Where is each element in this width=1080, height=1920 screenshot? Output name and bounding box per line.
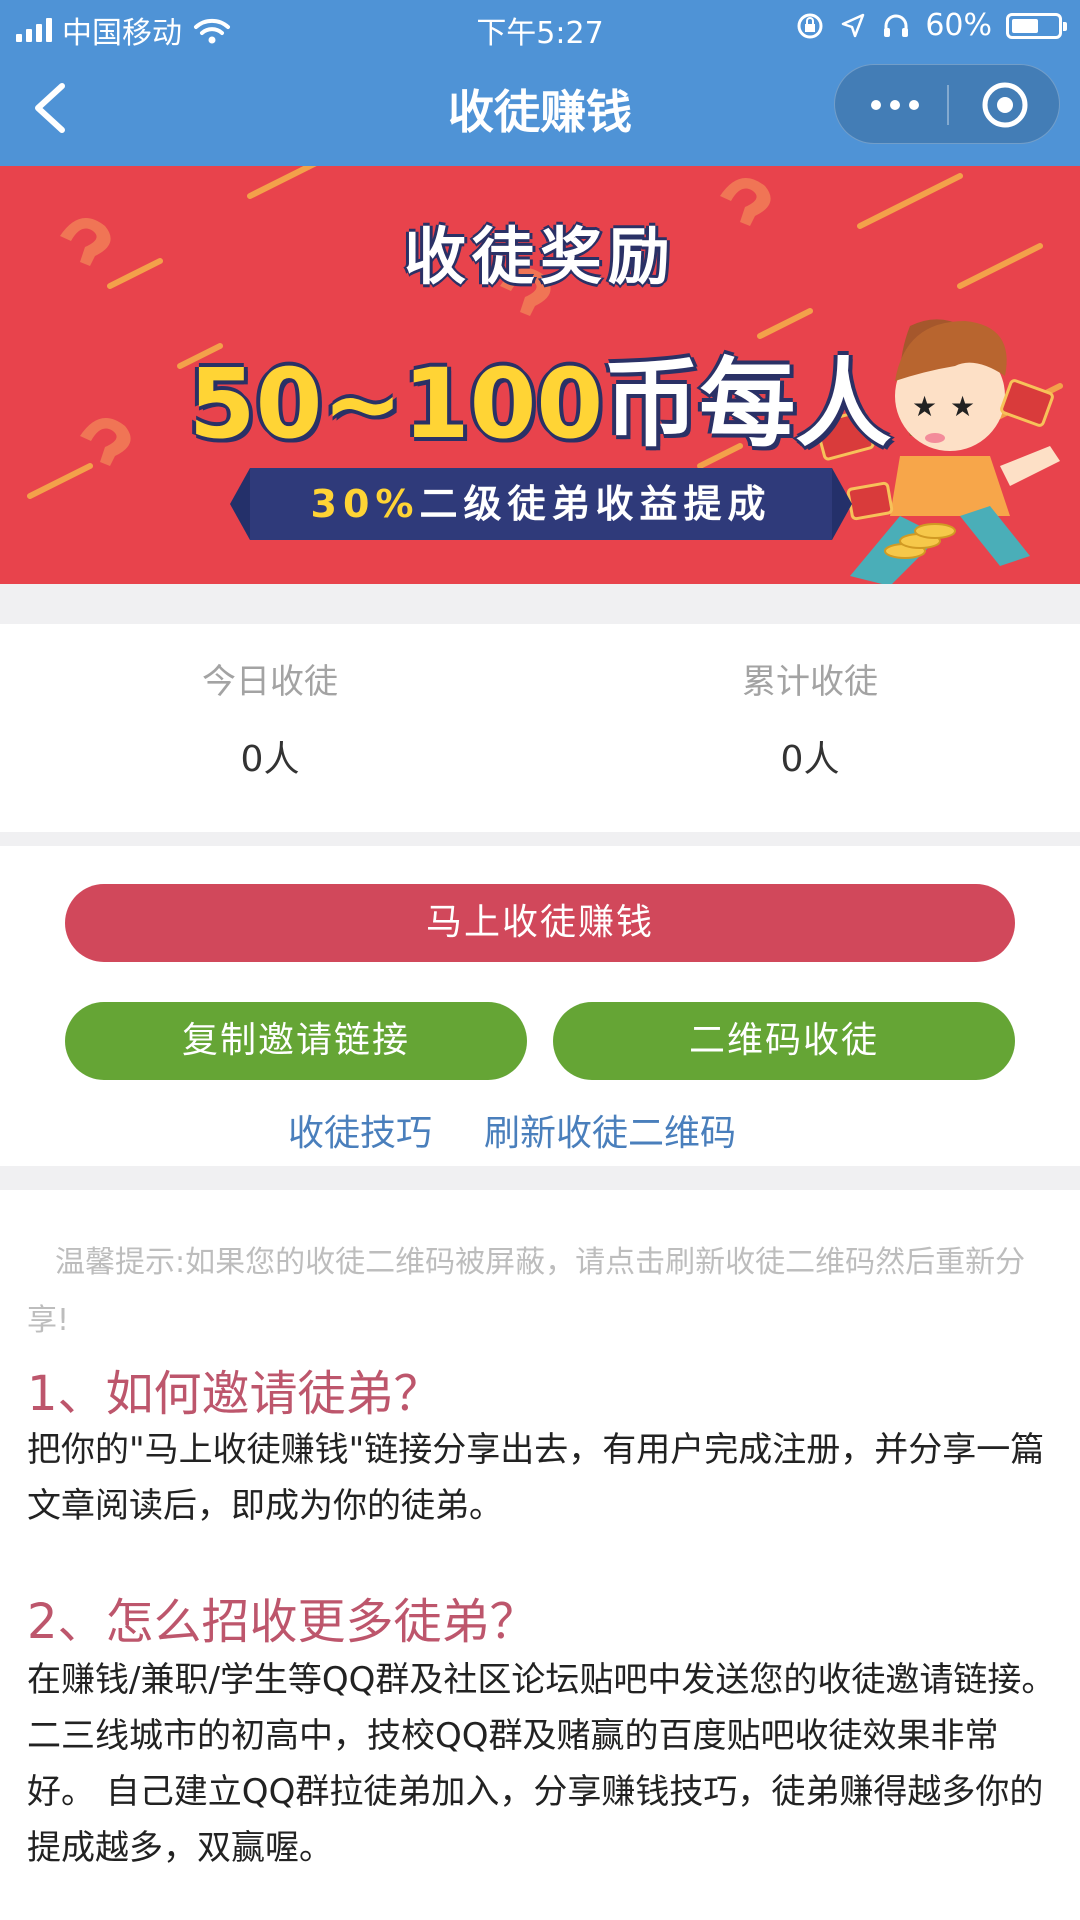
banner-reward-amount: 50~100 <box>188 348 604 460</box>
warm-tip: 温馨提示:如果您的收徒二维码被屏蔽，请点击刷新收徒二维码然后重新分享! <box>27 1245 1026 1338</box>
capsule-divider <box>947 85 949 125</box>
banner-ribbon: 30%二级徒弟收益提成 <box>250 468 832 540</box>
faq-answer: 在赚钱/兼职/学生等QQ群及社区论坛贴吧中发送您的收徒邀请链接。 二三线城市的初… <box>27 1660 1056 1868</box>
top-bar: 中国移动 下午5:27 60% 收徒赚钱 <box>0 0 1080 166</box>
copy-invite-link-button[interactable]: 复制邀请链接 <box>65 1002 527 1080</box>
banner-reward-unit: 币每人 <box>603 348 892 460</box>
actions-panel: 马上收徒赚钱 复制邀请链接 二维码收徒 收徒技巧 刷新收徒二维码 <box>0 846 1080 1166</box>
ribbon-percent: 30% <box>310 482 420 526</box>
target-icon[interactable] <box>979 79 1031 131</box>
more-dots-icon[interactable] <box>865 89 925 121</box>
banner-title: 收徒奖励 <box>403 220 676 293</box>
ribbon-text: 二级徒弟收益提成 <box>419 482 772 526</box>
banner-reward: 50~100币每人 <box>0 326 1080 465</box>
stat-value: 0人 <box>780 739 840 780</box>
stat-label: 今日收徒 <box>202 662 338 702</box>
faq-question: 1、如何邀请徒弟？ <box>27 1366 442 1422</box>
location-icon <box>842 13 865 37</box>
qr-code-button[interactable]: 二维码收徒 <box>553 1002 1015 1080</box>
stat-value: 0人 <box>240 739 300 780</box>
status-bar: 中国移动 下午5:27 60% <box>0 0 1080 54</box>
battery-percent: 60% <box>925 8 992 43</box>
refresh-qr-link[interactable]: 刷新收徒二维码 <box>484 1104 736 1156</box>
earn-now-button[interactable]: 马上收徒赚钱 <box>65 884 1015 962</box>
faq-question: 2、怎么招收更多徒弟？ <box>27 1594 538 1650</box>
stat-total: 累计收徒 0人 <box>540 624 1080 832</box>
help-content: 温馨提示:如果您的收徒二维码被屏蔽，请点击刷新收徒二维码然后重新分享! 1、如何… <box>0 1190 1080 1920</box>
mini-program-capsule <box>834 64 1060 144</box>
reward-banner[interactable]: ★ ★ 收徒奖励 50~100币每人 30%二级徒弟收益提成 <box>0 166 1080 584</box>
headphones-icon <box>884 14 909 37</box>
apprentice-stats: 今日收徒 0人 累计收徒 0人 <box>0 624 1080 832</box>
stat-label: 累计收徒 <box>742 662 878 702</box>
rotation-lock-icon <box>797 13 823 38</box>
faq-answer: 把你的"马上收徒赚钱"链接分享出去，有用户完成注册，并分享一篇文章阅读后，即成为… <box>27 1430 1045 1526</box>
battery-icon <box>1006 12 1067 39</box>
tips-link[interactable]: 收徒技巧 <box>288 1104 432 1156</box>
stat-today: 今日收徒 0人 <box>0 624 540 832</box>
